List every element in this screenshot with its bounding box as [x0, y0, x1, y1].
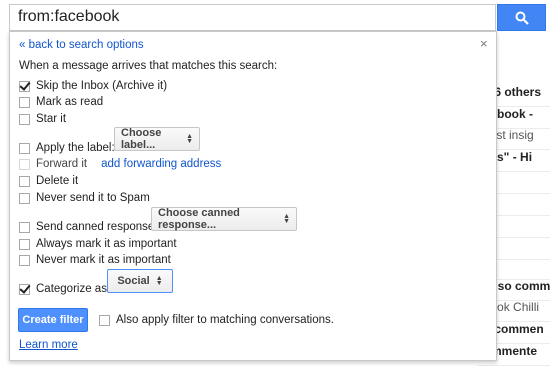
create-filter-button[interactable]: Create filter: [18, 308, 88, 332]
select-arrows-icon: ▲ ▼: [283, 213, 290, 225]
also-apply-checkbox[interactable]: [99, 314, 110, 326]
apply-label-checkbox[interactable]: [19, 142, 30, 154]
option-never-spam[interactable]: Never send it to Spam: [19, 190, 150, 206]
star-checkbox[interactable]: [19, 113, 30, 125]
choose-canned-text: Choose canned response...: [158, 207, 240, 231]
skip-inbox-checkbox[interactable]: [19, 80, 30, 92]
category-value: Social: [117, 275, 150, 287]
back-to-search-options-link[interactable]: « back to search options: [19, 39, 144, 51]
intro-text: When a message arrives that matches this…: [19, 60, 278, 72]
option-never-important[interactable]: Never mark it as important: [19, 252, 171, 268]
choose-label-text: Choose label...: [121, 127, 162, 151]
categorize-label: Categorize as:: [36, 283, 111, 295]
create-filter-panel: « back to search options × When a messag…: [9, 31, 497, 361]
category-dropdown[interactable]: Social ▲ ▼: [107, 269, 173, 293]
never-spam-label: Never send it to Spam: [36, 192, 150, 204]
choose-canned-response-dropdown[interactable]: Choose canned response... ▲ ▼: [151, 207, 297, 231]
also-apply-label: Also apply filter to matching conversati…: [116, 314, 334, 326]
option-star[interactable]: Star it: [19, 111, 66, 127]
canned-response-label: Send canned response:: [36, 221, 158, 233]
option-categorize[interactable]: Categorize as:: [19, 281, 110, 297]
option-canned-response[interactable]: Send canned response:: [19, 219, 157, 235]
always-important-label: Always mark it as important: [36, 238, 177, 250]
search-button[interactable]: [497, 4, 546, 31]
never-important-checkbox[interactable]: [19, 254, 30, 266]
star-label: Star it: [36, 113, 67, 125]
mark-read-checkbox[interactable]: [19, 96, 30, 108]
option-apply-label[interactable]: Apply the label:: [19, 140, 115, 156]
close-icon[interactable]: ×: [480, 36, 488, 51]
select-arrows-icon: ▲ ▼: [155, 275, 163, 287]
skip-inbox-label: Skip the Inbox (Archive it): [36, 80, 168, 92]
categorize-checkbox[interactable]: [19, 283, 30, 295]
option-mark-read[interactable]: Mark as read: [19, 94, 103, 110]
always-important-checkbox[interactable]: [19, 238, 30, 250]
forward-label: Forward it: [36, 158, 88, 170]
option-always-important[interactable]: Always mark it as important: [19, 236, 177, 252]
never-important-label: Never mark it as important: [36, 254, 171, 266]
delete-checkbox[interactable]: [19, 175, 30, 187]
search-input[interactable]: from:facebook: [9, 4, 496, 31]
search-query[interactable]: from:facebook: [18, 8, 119, 26]
choose-label-dropdown[interactable]: Choose label... ▲ ▼: [114, 127, 200, 151]
select-arrows-icon: ▲ ▼: [186, 133, 193, 145]
search-icon: [515, 11, 529, 25]
delete-label: Delete it: [36, 175, 79, 187]
option-delete[interactable]: Delete it: [19, 173, 78, 189]
learn-more-link[interactable]: Learn more: [19, 339, 78, 351]
canned-response-checkbox[interactable]: [19, 221, 30, 233]
forward-checkbox[interactable]: [19, 158, 30, 170]
never-spam-checkbox[interactable]: [19, 192, 30, 204]
option-forward[interactable]: Forward it add forwarding address: [19, 156, 221, 172]
add-forwarding-address-link[interactable]: add forwarding address: [101, 158, 221, 170]
option-skip-inbox[interactable]: Skip the Inbox (Archive it): [19, 78, 167, 94]
mark-read-label: Mark as read: [36, 96, 104, 108]
apply-label-label: Apply the label:: [36, 142, 115, 154]
option-also-apply[interactable]: Also apply filter to matching conversati…: [99, 312, 334, 328]
